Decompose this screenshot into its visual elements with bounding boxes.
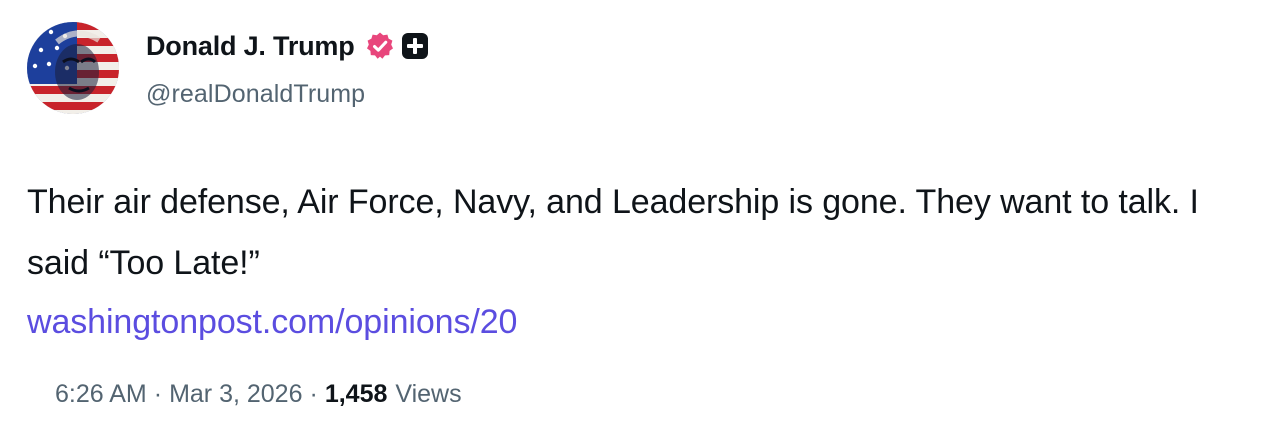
- name-row: Donald J. Trump: [146, 26, 429, 66]
- author-handle[interactable]: @realDonaldTrump: [146, 80, 429, 109]
- display-name[interactable]: Donald J. Trump: [146, 31, 355, 62]
- post-header: Donald J. Trump @realDonaldTrump: [146, 26, 429, 109]
- meta-separator: ·: [309, 379, 318, 408]
- post-card: Donald J. Trump @realDonaldTrump Their a…: [0, 0, 1284, 432]
- verified-badge-icon: [365, 31, 395, 61]
- plus-badge-icon: [401, 32, 429, 60]
- views-count: 1,458: [324, 379, 388, 408]
- post-link[interactable]: washingtonpost.com/opinions/20: [27, 296, 517, 348]
- views-label: Views: [395, 379, 462, 408]
- post-text: Their air defense, Air Force, Navy, and …: [27, 183, 1199, 282]
- meta-separator: ·: [153, 379, 163, 408]
- post-time[interactable]: 6:26 AM: [55, 380, 147, 409]
- avatar[interactable]: [27, 22, 119, 114]
- post-meta: 6:26 AM · Mar 3, 2026 · 1,458 Views: [55, 374, 462, 414]
- post-date[interactable]: Mar 3, 2026: [169, 380, 302, 409]
